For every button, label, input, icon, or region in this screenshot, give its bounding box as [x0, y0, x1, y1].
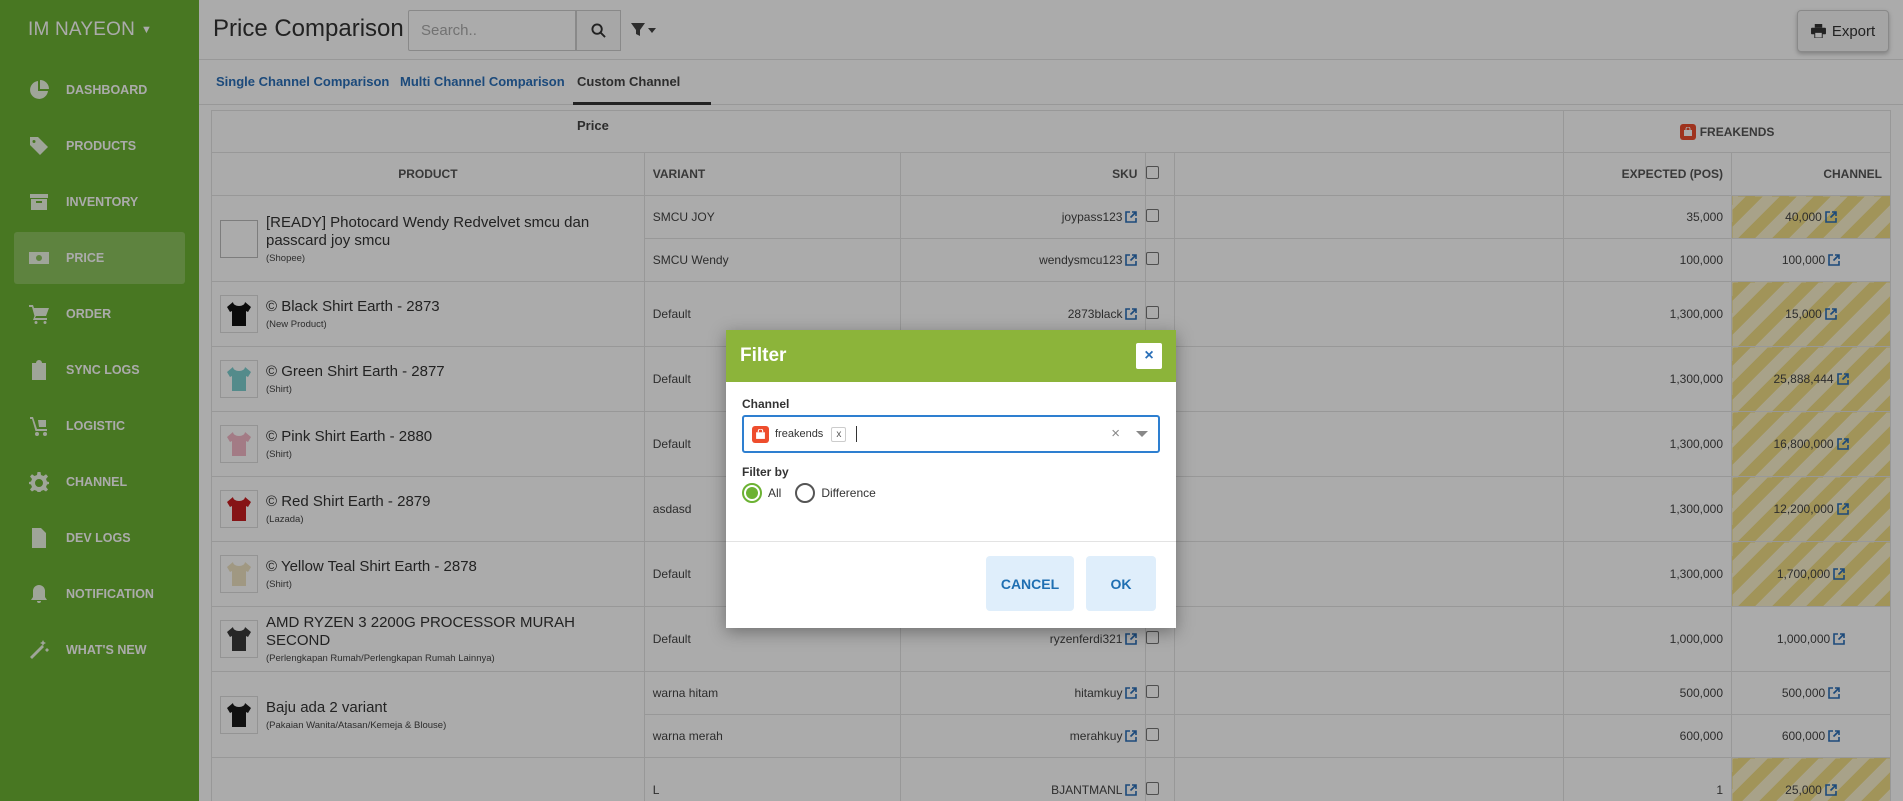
channel-label: Channel: [742, 397, 790, 411]
ok-button[interactable]: OK: [1086, 556, 1156, 611]
close-icon: ×: [1144, 347, 1154, 364]
radio-all-label[interactable]: All: [768, 486, 781, 500]
cancel-button[interactable]: CANCEL: [986, 556, 1074, 611]
radio-difference-label[interactable]: Difference: [821, 486, 875, 500]
radio-difference[interactable]: [795, 483, 816, 503]
filter-modal: Filter × Channel freakends x × Filter by…: [726, 330, 1176, 628]
channel-select[interactable]: freakends x ×: [742, 415, 1160, 453]
text-cursor: [856, 426, 858, 442]
filter-by-label: Filter by: [742, 465, 789, 479]
radio-all[interactable]: [742, 483, 762, 503]
chevron-down-icon[interactable]: [1136, 431, 1148, 437]
modal-footer: CANCEL OK: [726, 542, 1176, 628]
shopee-bag-icon: [752, 425, 769, 443]
channel-chip-label: freakends: [775, 428, 824, 440]
close-button[interactable]: ×: [1136, 343, 1162, 369]
modal-body: Channel freakends x × Filter by All Diff…: [726, 382, 1176, 542]
modal-header: Filter ×: [726, 330, 1176, 382]
filter-by-options: All Difference: [742, 483, 1160, 503]
channel-chip: freakends x: [752, 425, 847, 443]
modal-title: Filter: [740, 345, 787, 366]
clear-icon[interactable]: ×: [1111, 425, 1120, 442]
chip-remove-button[interactable]: x: [831, 426, 847, 442]
